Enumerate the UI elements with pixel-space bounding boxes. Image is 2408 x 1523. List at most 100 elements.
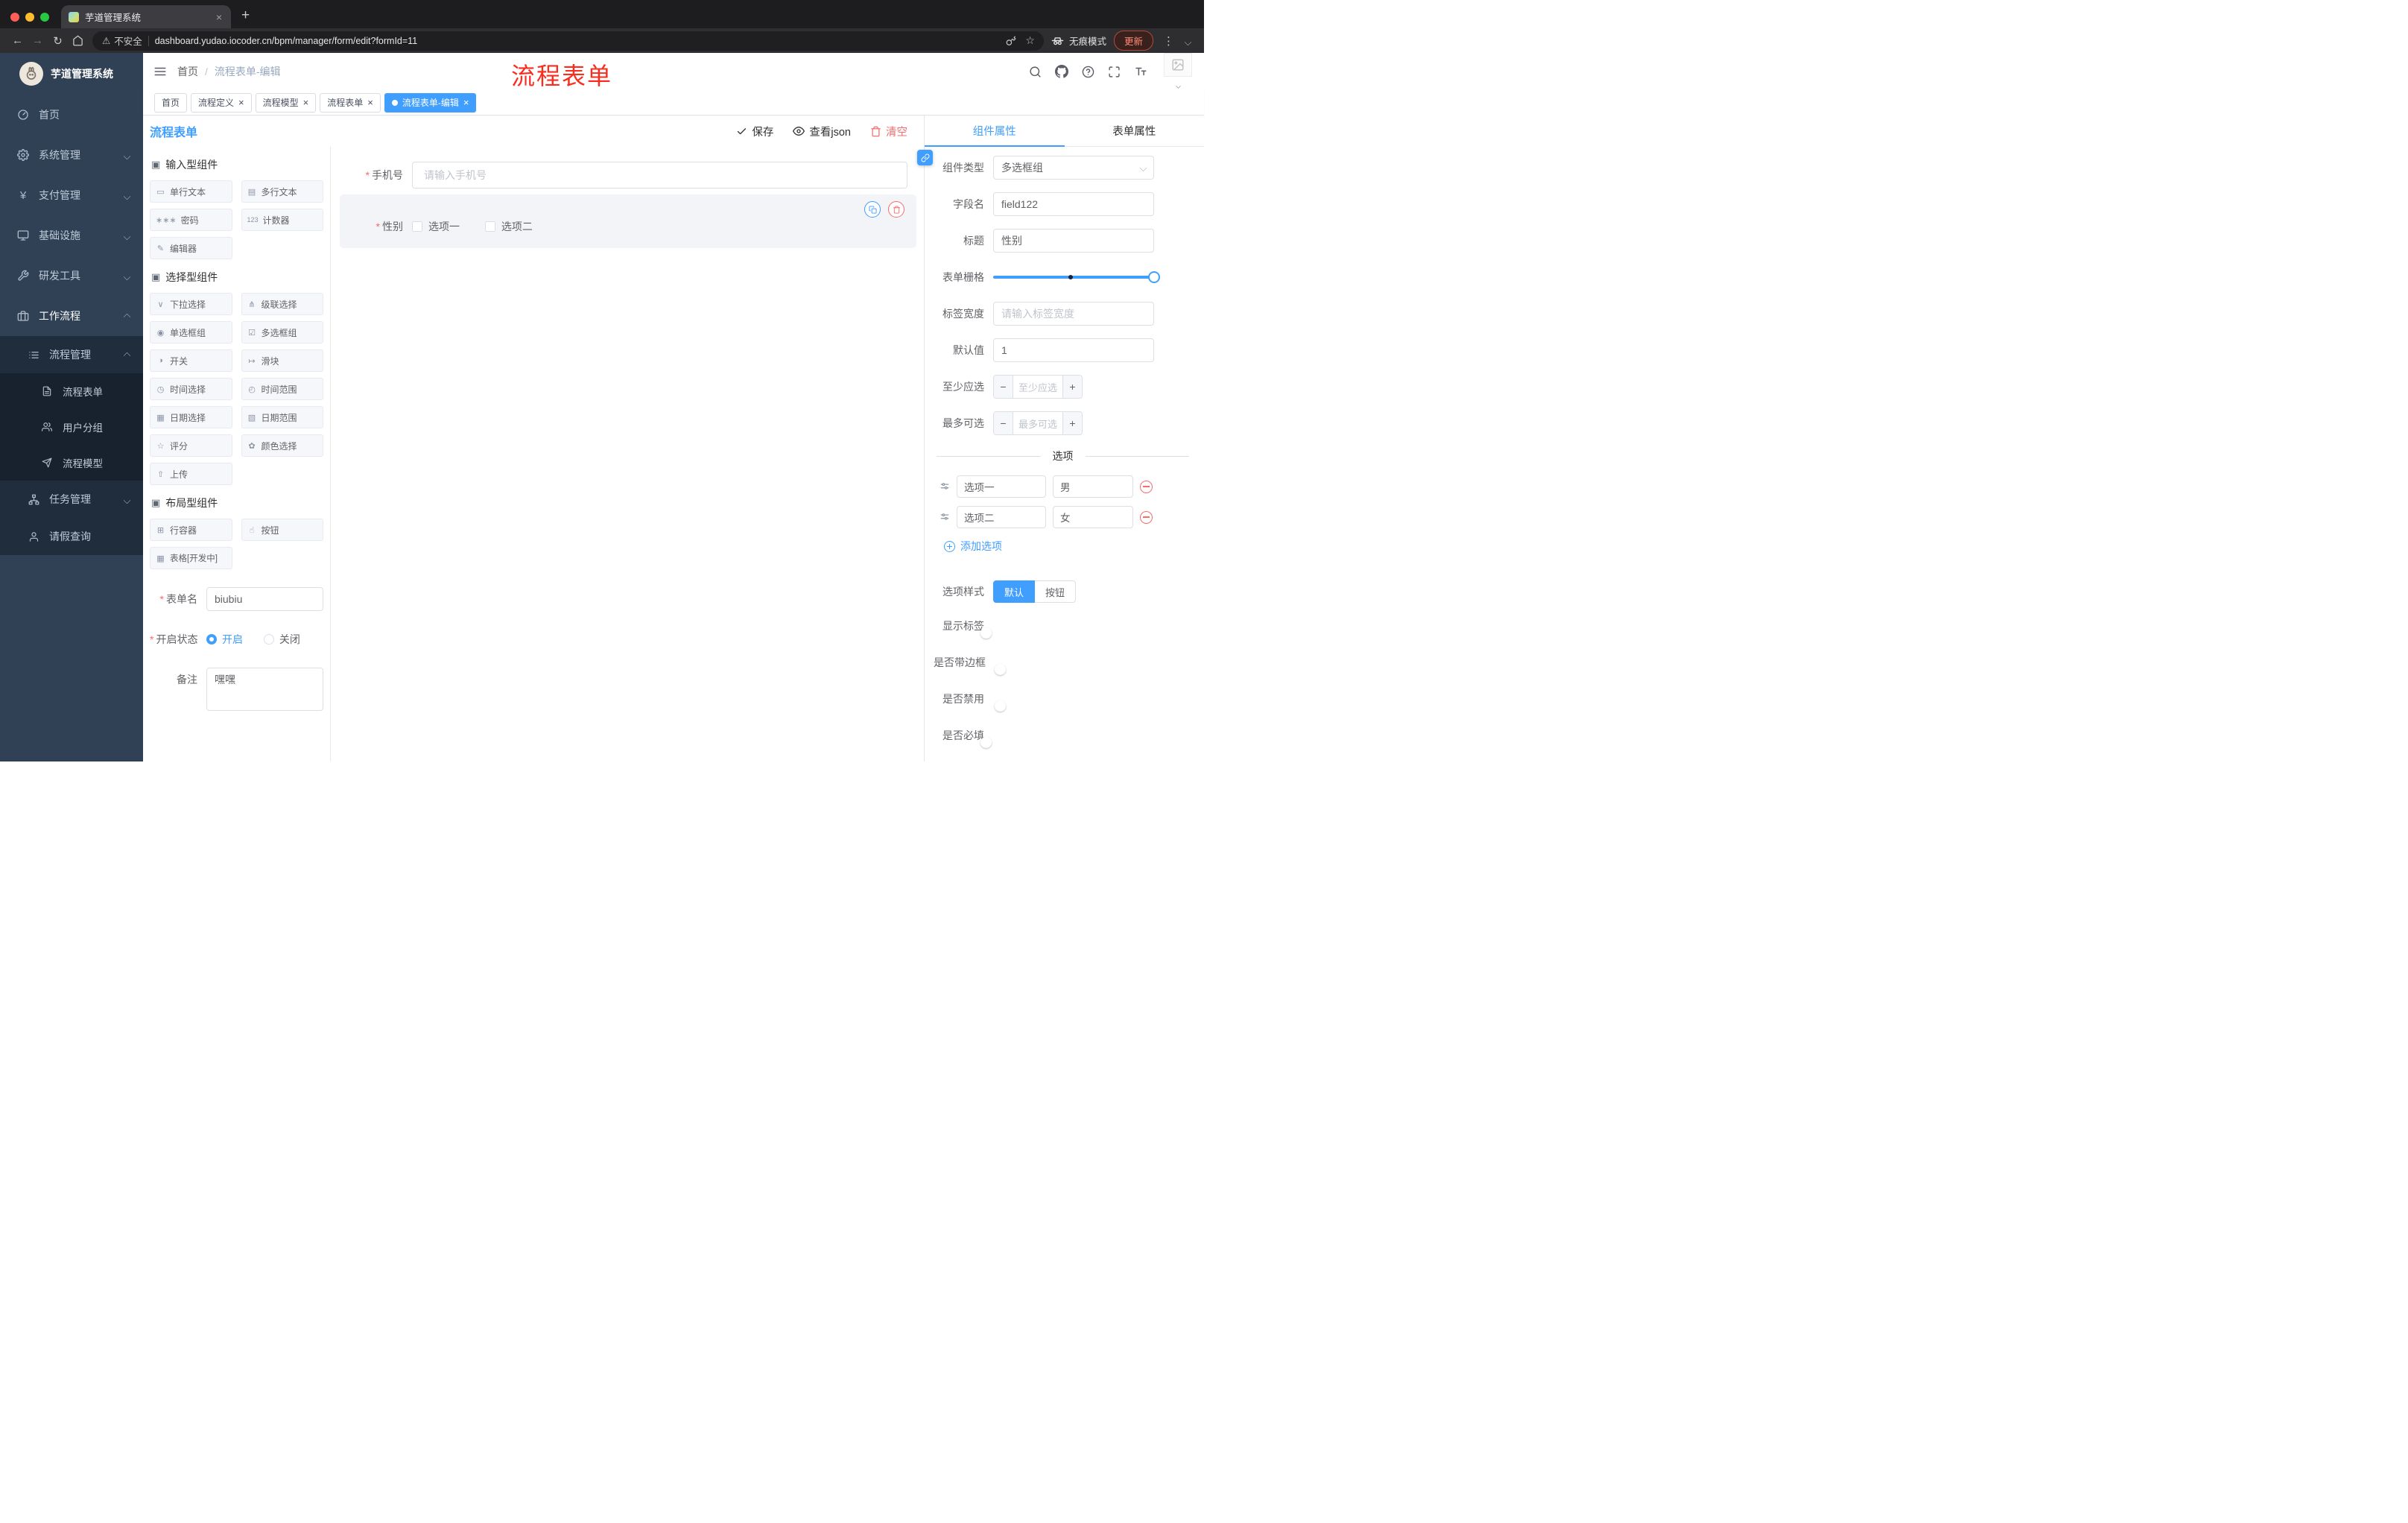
sidebar-item-workflow[interactable]: 工作流程	[0, 296, 143, 336]
option-value-input[interactable]	[1053, 475, 1133, 498]
tab-close-icon[interactable]: ×	[215, 11, 224, 23]
doc-link-button[interactable]	[917, 150, 933, 165]
save-button[interactable]: 保存	[736, 124, 773, 139]
address-bar[interactable]: ⚠ 不安全 dashboard.yudao.iocoder.cn/bpm/man…	[92, 31, 1044, 51]
form-name-input[interactable]	[206, 587, 323, 611]
palette-item[interactable]: ∗∗∗ 密码	[150, 209, 232, 231]
drag-handle-icon[interactable]	[940, 512, 950, 522]
user-avatar[interactable]	[1164, 53, 1192, 90]
palette-item[interactable]: ✿ 颜色选择	[241, 434, 323, 457]
palette-item[interactable]: ◉ 单选框组	[150, 321, 232, 343]
palette-item[interactable]: ☝ 按钮	[241, 519, 323, 541]
sidebar-item-system[interactable]: 系统管理	[0, 135, 143, 175]
tag-process-model[interactable]: 流程模型 ×	[255, 92, 317, 113]
sidebar-toggle-button[interactable]	[143, 65, 177, 78]
forward-button[interactable]: →	[28, 31, 48, 51]
window-minimize-button[interactable]	[25, 13, 34, 22]
palette-item[interactable]: ⇧ 上传	[150, 463, 232, 485]
home-button[interactable]	[68, 31, 88, 51]
tag-close-icon[interactable]: ×	[367, 98, 373, 107]
palette-item[interactable]: ▧ 日期范围	[241, 406, 323, 428]
palette-item[interactable]: ▭ 单行文本	[150, 180, 232, 203]
browser-profile-chevron-icon[interactable]	[1184, 35, 1192, 47]
new-tab-button[interactable]: +	[231, 7, 260, 28]
palette-item[interactable]: ▤ 多行文本	[241, 180, 323, 203]
stepper-increase-button[interactable]: +	[1062, 412, 1082, 434]
font-size-icon[interactable]	[1134, 65, 1147, 78]
palette-item[interactable]: ∨ 下拉选择	[150, 293, 232, 315]
palette-item[interactable]: ▦ 表格[开发中]	[150, 547, 232, 569]
sidebar-item-devtools[interactable]: 研发工具	[0, 256, 143, 296]
status-radio-off[interactable]: 关闭	[263, 627, 300, 651]
password-key-icon[interactable]	[1006, 36, 1016, 46]
browser-update-button[interactable]: 更新	[1113, 31, 1153, 51]
option-style-button-button[interactable]: 按钮	[1035, 580, 1077, 603]
default-value-input[interactable]	[993, 338, 1154, 362]
palette-item[interactable]: ⊞ 行容器	[150, 519, 232, 541]
option-style-default-button[interactable]: 默认	[993, 580, 1036, 603]
window-maximize-button[interactable]	[40, 13, 49, 22]
tag-close-icon[interactable]: ×	[303, 98, 309, 107]
slider-handle[interactable]	[1148, 271, 1160, 283]
tag-process-form-edit[interactable]: 流程表单-编辑 ×	[384, 92, 477, 113]
tag-home[interactable]: 首页	[154, 92, 188, 113]
drag-handle-icon[interactable]	[940, 481, 950, 492]
window-close-button[interactable]	[10, 13, 19, 22]
back-button[interactable]: ←	[7, 31, 28, 51]
stepper-increase-button[interactable]: +	[1062, 376, 1082, 398]
help-icon[interactable]	[1082, 66, 1094, 78]
tab-component-props[interactable]: 组件属性	[925, 115, 1065, 147]
phone-input[interactable]	[412, 162, 907, 189]
max-count-value[interactable]: 最多可选	[1013, 412, 1062, 434]
status-radio-on[interactable]: 开启	[206, 627, 243, 651]
sidebar-item-process-model[interactable]: 流程模型	[0, 445, 143, 481]
tab-form-props[interactable]: 表单属性	[1065, 115, 1205, 146]
gender-option-1[interactable]: 选项一	[412, 219, 460, 234]
sidebar-item-home[interactable]: 首页	[0, 95, 143, 135]
title-input[interactable]	[993, 229, 1154, 253]
sidebar-item-infra[interactable]: 基础设施	[0, 215, 143, 256]
breadcrumb-home[interactable]: 首页	[177, 64, 198, 79]
app-logo[interactable]: 芋道管理系统	[0, 53, 143, 95]
grid-slider[interactable]	[993, 265, 1160, 289]
palette-item[interactable]: ☑ 多选框组	[241, 321, 323, 343]
reload-button[interactable]: ↻	[48, 31, 68, 51]
copy-widget-button[interactable]	[864, 201, 881, 218]
clear-button[interactable]: 清空	[870, 124, 907, 139]
palette-item[interactable]: ◑ 开关	[150, 349, 232, 372]
gender-option-2[interactable]: 选项二	[484, 219, 533, 234]
sidebar-item-payment[interactable]: ¥ 支付管理	[0, 175, 143, 215]
label-width-input[interactable]	[993, 302, 1154, 326]
palette-item[interactable]: ✎ 编辑器	[150, 237, 232, 259]
option-label-input[interactable]	[957, 475, 1046, 498]
canvas-field-gender-selected[interactable]: * 性别 选项一 选项二	[340, 194, 916, 248]
canvas-field-phone[interactable]: * 手机号	[340, 162, 907, 189]
field-name-input[interactable]	[993, 192, 1154, 216]
browser-menu-button[interactable]: ⋮	[1161, 34, 1176, 48]
fullscreen-icon[interactable]	[1108, 66, 1121, 78]
stepper-decrease-button[interactable]: −	[994, 412, 1013, 434]
sidebar-item-process-mgmt[interactable]: 流程管理	[0, 336, 143, 373]
palette-item[interactable]: ▦ 日期选择	[150, 406, 232, 428]
view-json-button[interactable]: 查看json	[793, 124, 851, 139]
sidebar-item-task-mgmt[interactable]: 任务管理	[0, 481, 143, 518]
option-label-input[interactable]	[957, 506, 1046, 528]
stepper-decrease-button[interactable]: −	[994, 376, 1013, 398]
palette-item[interactable]: ↦ 滑块	[241, 349, 323, 372]
tag-close-icon[interactable]: ×	[463, 98, 469, 107]
min-count-value[interactable]: 至少应选	[1013, 376, 1062, 398]
palette-item[interactable]: ◴ 时间范围	[241, 378, 323, 400]
palette-item[interactable]: 123 计数器	[241, 209, 323, 231]
github-icon[interactable]	[1055, 65, 1068, 78]
palette-item[interactable]: ☆ 评分	[150, 434, 232, 457]
tag-process-form[interactable]: 流程表单 ×	[320, 92, 381, 113]
palette-item[interactable]: ⋔ 级联选择	[241, 293, 323, 315]
remove-option-button[interactable]	[1140, 480, 1153, 493]
add-option-button[interactable]: 添加选项	[944, 539, 1002, 554]
sidebar-item-process-form[interactable]: 流程表单	[0, 373, 143, 409]
tag-process-definition[interactable]: 流程定义 ×	[191, 92, 252, 113]
browser-tab[interactable]: 芋道管理系统 ×	[61, 5, 231, 28]
sidebar-item-leave-query[interactable]: 请假查询	[0, 518, 143, 555]
palette-item[interactable]: ◷ 时间选择	[150, 378, 232, 400]
sidebar-item-user-group[interactable]: 用户分组	[0, 409, 143, 445]
